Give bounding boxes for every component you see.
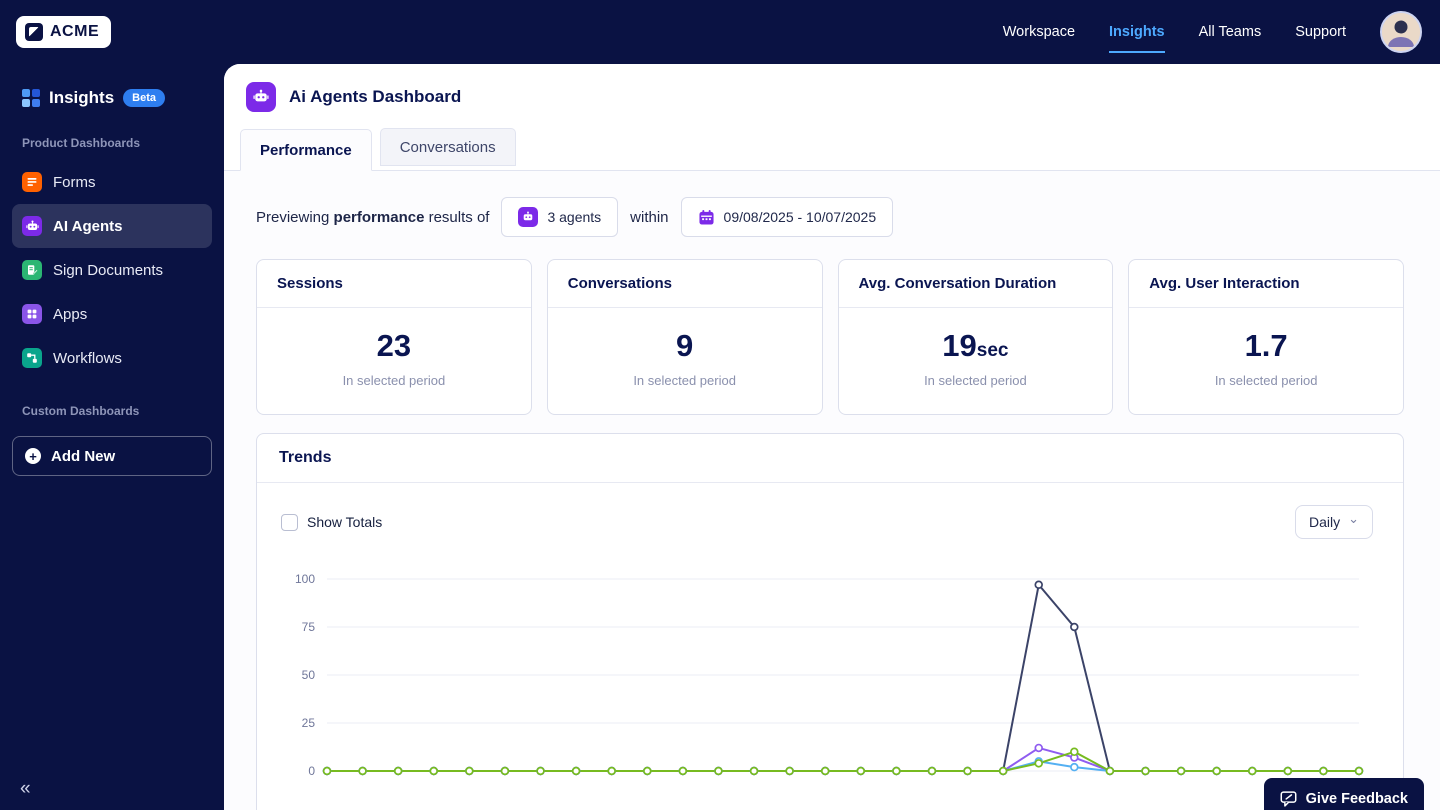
acme-logo[interactable]: ACME: [16, 16, 112, 48]
filter-bar: Previewing performance results of 3 agen…: [256, 197, 1404, 237]
stat-title: Conversations: [547, 260, 822, 308]
sidebar: Insights Beta Product Dashboards Forms A…: [0, 64, 224, 810]
collapse-sidebar-icon[interactable]: [20, 778, 31, 800]
trends-title: Trends: [257, 434, 1403, 483]
stat-caption: In selected period: [342, 373, 446, 388]
panel-header: Ai Agents Dashboard Performance Conversa…: [224, 64, 1440, 171]
avatar[interactable]: [1380, 11, 1422, 53]
main-area: Ai Agents Dashboard Performance Conversa…: [224, 64, 1440, 810]
svg-text:75: 75: [302, 620, 316, 634]
acme-logo-text: ACME: [50, 23, 100, 40]
agents-select-value: 3 agents: [547, 209, 602, 225]
feedback-icon: [1280, 790, 1297, 807]
agents-select[interactable]: 3 agents: [501, 197, 619, 237]
stat-unit: sec: [976, 340, 1009, 361]
date-range-select[interactable]: 09/08/2025 - 10/07/2025: [680, 197, 894, 237]
sidebar-item-label: AI Agents: [53, 217, 123, 235]
dashboard-panel: Ai Agents Dashboard Performance Conversa…: [224, 64, 1440, 810]
interval-select[interactable]: Daily: [1294, 505, 1373, 539]
ai-agents-dashboard-icon: [246, 82, 276, 112]
feedback-label: Give Feedback: [1305, 790, 1408, 807]
show-totals-control: Show Totals: [281, 513, 383, 531]
trends-chart: 100 75 50 25 0: [295, 572, 1364, 778]
add-new-button[interactable]: + Add New: [12, 436, 212, 476]
svg-text:50: 50: [302, 668, 316, 682]
nav-workspace[interactable]: Workspace: [1003, 24, 1075, 40]
sidebar-title: Insights: [49, 88, 115, 107]
sidebar-item-ai-agents[interactable]: AI Agents: [12, 204, 212, 248]
tab-conversations[interactable]: Conversations: [379, 128, 516, 166]
sidebar-item-forms[interactable]: Forms: [12, 160, 212, 204]
tab-performance[interactable]: Performance: [240, 129, 372, 171]
sidebar-item-sign-documents[interactable]: Sign Documents: [12, 248, 212, 292]
show-totals-checkbox[interactable]: [281, 513, 298, 531]
svg-text:0: 0: [308, 764, 315, 778]
custom-dashboards-label: Custom Dashboards: [22, 404, 140, 418]
stat-card-conversations: Conversations 9 In selected period: [546, 259, 823, 415]
stat-value: 1.7: [1244, 328, 1288, 363]
acme-logo-icon: [25, 23, 43, 41]
workflows-icon: [22, 348, 42, 368]
beta-badge: Beta: [123, 89, 166, 107]
stat-caption: In selected period: [1214, 373, 1318, 388]
nav-insights[interactable]: Insights: [1109, 24, 1165, 53]
top-navigation: Workspace Insights All Teams Support: [1003, 11, 1422, 53]
product-dashboards-label: Product Dashboards: [22, 136, 141, 150]
insights-icon: [22, 89, 40, 107]
stat-card-avg-user-interaction: Avg. User Interaction 1.7 In selected pe…: [1128, 259, 1404, 415]
page-title: Ai Agents Dashboard: [289, 87, 462, 106]
tabs: Performance Conversations: [224, 128, 1440, 171]
stat-title: Avg. User Interaction: [1129, 260, 1403, 308]
ai-agents-icon: [22, 216, 42, 236]
stat-card-sessions: Sessions 23 In selected period: [256, 259, 532, 415]
nav-all-teams[interactable]: All Teams: [1199, 24, 1262, 40]
sidebar-item-apps[interactable]: Apps: [12, 292, 212, 336]
sidebar-item-label: Sign Documents: [53, 261, 164, 279]
sign-documents-icon: [22, 260, 42, 280]
topbar: ACME Workspace Insights All Teams Suppor…: [0, 0, 1440, 64]
agent-icon: [518, 207, 539, 227]
stat-title: Sessions: [257, 260, 531, 308]
stat-title: Avg. Conversation Duration: [838, 260, 1113, 308]
calendar-icon: [698, 209, 715, 226]
sidebar-item-label: Apps: [53, 305, 88, 323]
stat-caption: In selected period: [924, 373, 1027, 388]
svg-text:100: 100: [295, 572, 315, 586]
sidebar-item-label: Forms: [53, 173, 96, 191]
sidebar-item-label: Workflows: [53, 349, 122, 367]
date-range-value: 09/08/2025 - 10/07/2025: [723, 209, 877, 225]
stat-value: 19: [942, 328, 977, 363]
show-totals-label: Show Totals: [307, 514, 383, 530]
avatar-person-icon: [1382, 13, 1420, 51]
stat-caption: In selected period: [633, 373, 736, 388]
filter-text: Previewing performance results of: [256, 208, 490, 226]
panel-body: Previewing performance results of 3 agen…: [224, 171, 1440, 810]
sidebar-item-workflows[interactable]: Workflows: [12, 336, 212, 380]
stat-card-avg-conversation-duration: Avg. Conversation Duration 19sec In sele…: [837, 259, 1114, 415]
add-new-label: Add New: [51, 447, 116, 465]
stat-cards: Sessions 23 In selected period Conversat…: [256, 259, 1404, 415]
nav-support[interactable]: Support: [1295, 24, 1346, 40]
give-feedback-button[interactable]: Give Feedback: [1263, 778, 1424, 810]
interval-select-value: Daily: [1308, 514, 1341, 530]
stat-value: 9: [676, 328, 694, 363]
within-text: within: [630, 208, 669, 226]
stat-value: 23: [376, 328, 412, 363]
forms-icon: [22, 172, 42, 192]
plus-icon: +: [25, 448, 41, 464]
trends-card: Trends Show Totals Daily 100 75 50 25 0: [256, 433, 1404, 810]
svg-text:25: 25: [302, 716, 316, 730]
apps-icon: [22, 304, 42, 324]
sidebar-insights-header: Insights Beta: [12, 84, 212, 126]
